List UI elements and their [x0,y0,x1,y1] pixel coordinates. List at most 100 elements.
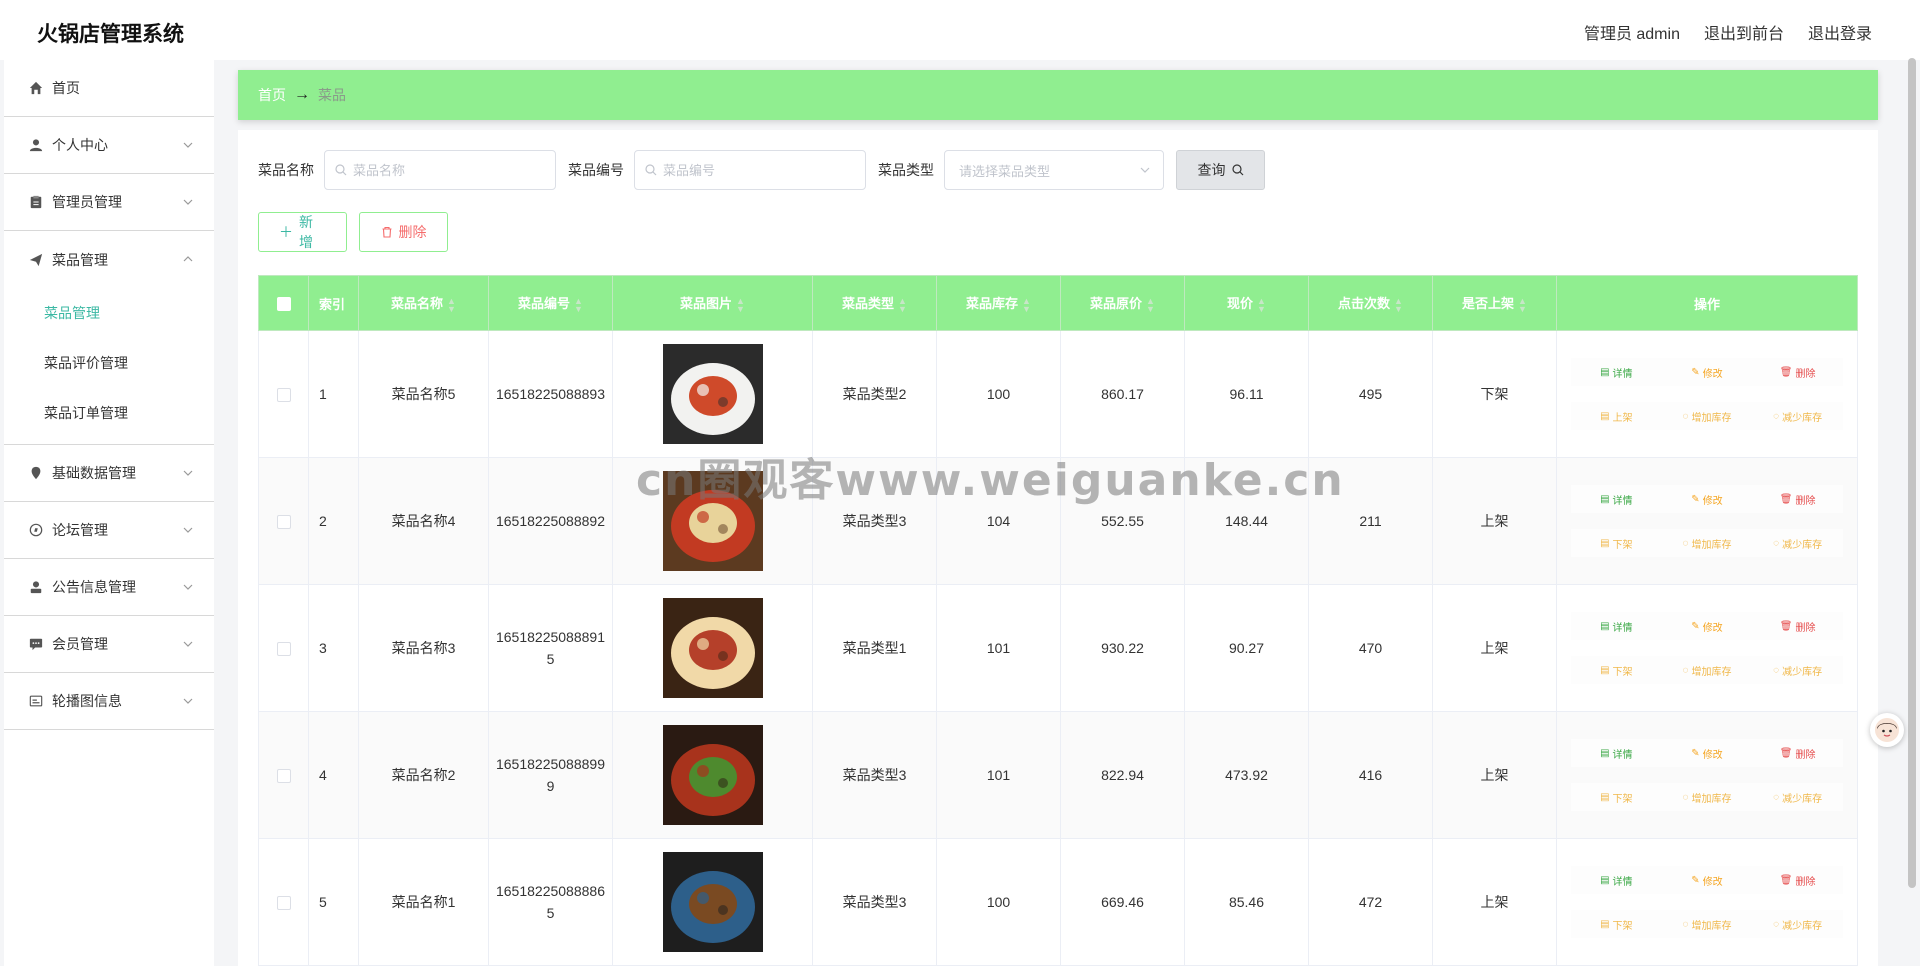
submenu-item-dish-management[interactable]: 菜品管理 [4,288,214,338]
edit-button[interactable]: ✎ 修改 [1661,866,1753,894]
dish-image[interactable] [662,598,763,698]
dish-code-input[interactable] [663,162,853,178]
header-on-shelf[interactable]: 是否上架 ▲ ▼ [1432,275,1557,331]
shelf-toggle-button[interactable]: ▤ 下架 [1571,529,1662,557]
edit-button[interactable]: ✎ 修改 [1661,739,1753,767]
detail-button[interactable]: ▤ 详情 [1571,739,1662,767]
sort-icon[interactable]: ▲ ▼ [898,296,907,313]
sidebar-item-admin-management[interactable]: 管理员管理 [4,174,214,231]
header-dish-type[interactable]: 菜品类型 ▲ ▼ [812,275,937,331]
sort-icon[interactable]: ▲ ▼ [574,296,583,313]
dish-name-field[interactable] [324,150,556,190]
sort-icon[interactable]: ▲ ▼ [1518,296,1527,313]
detail-button[interactable]: ▤ 详情 [1571,612,1662,640]
sort-icon[interactable]: ▲ ▼ [447,296,456,313]
row-checkbox[interactable] [276,769,291,784]
sidebar-item-carousel[interactable]: 轮播图信息 [4,673,214,730]
dish-image[interactable] [662,852,763,952]
dish-image[interactable] [662,471,763,571]
sidebar-item-dish-management[interactable]: 菜品管理 [4,231,214,288]
submenu-item-dish-order[interactable]: 菜品订单管理 [4,388,214,438]
shelf-toggle-button[interactable]: ▤ 下架 [1571,783,1662,811]
delete-button[interactable]: 🗑 删除 [1752,739,1843,767]
delete-button[interactable]: 🗑 删除 [1752,485,1843,513]
edit-label: 修改 [1702,495,1723,507]
sort-icon[interactable]: ▲ ▼ [736,296,745,313]
add-stock-button[interactable]: ◌ 增加库存 [1661,529,1753,557]
breadcrumb-home[interactable]: 首页 [258,85,286,105]
delete-label: 删除 [1795,622,1816,634]
add-stock-button[interactable]: ◌ 增加库存 [1661,402,1753,430]
dish-name-label: 菜品名称 [258,162,314,178]
dish-code-label: 菜品编号 [568,162,624,178]
sort-icon[interactable]: ▲ ▼ [1146,296,1155,313]
floating-assistant-avatar[interactable] [1870,713,1904,747]
add-stock-button[interactable]: ◌ 增加库存 [1661,656,1753,684]
chevron-down-icon [1140,167,1150,173]
header-dish-stock[interactable]: 菜品库存 ▲ ▼ [936,275,1061,331]
edit-button[interactable]: ✎ 修改 [1661,358,1753,386]
dish-name-cell: 菜品名称4 [358,457,489,585]
header-current-price[interactable]: 现价 ▲ ▼ [1184,275,1309,331]
sort-icon[interactable]: ▲ ▼ [1394,296,1403,313]
dish-code-field[interactable] [634,150,866,190]
header-dish-code[interactable]: 菜品编号 ▲ ▼ [488,275,613,331]
query-button-label: 查询 [1197,162,1226,178]
sidebar-item-forum[interactable]: 论坛管理 [4,502,214,559]
row-checkbox[interactable] [276,388,291,403]
reduce-stock-button[interactable]: ◌ 减少库存 [1752,656,1843,684]
detail-button[interactable]: ▤ 详情 [1571,358,1662,386]
click-count-cell: 416 [1308,711,1433,839]
select-all-checkbox[interactable] [276,296,291,311]
add-stock-button[interactable]: ◌ 增加库存 [1661,783,1753,811]
edit-button[interactable]: ✎ 修改 [1661,612,1753,640]
shelf-toggle-button[interactable]: ▤ 下架 [1571,656,1662,684]
header-dish-name[interactable]: 菜品名称 ▲ ▼ [358,275,489,331]
admin-user-label[interactable]: 管理员 admin [1584,20,1680,44]
dish-type-placeholder: 请选择菜品类型 [959,163,1051,179]
header-click-count[interactable]: 点击次数 ▲ ▼ [1308,275,1433,331]
dish-image[interactable] [662,344,763,444]
dish-name-input[interactable] [353,162,543,178]
row-checkbox[interactable] [276,515,291,530]
add-stock-button[interactable]: ◌ 增加库存 [1661,910,1753,938]
delete-button[interactable]: 🗑 删除 [1752,612,1843,640]
reduce-stock-button[interactable]: ◌ 减少库存 [1752,910,1843,938]
submenu-item-dish-review[interactable]: 菜品评价管理 [4,338,214,388]
reduce-stock-button[interactable]: ◌ 减少库存 [1752,402,1843,430]
row-checkbox[interactable] [276,896,291,911]
row-checkbox[interactable] [276,642,291,657]
dish-code-cell: 165182250888865 [488,838,613,966]
dish-code-cell: 16518225088892 [488,457,613,585]
delete-button[interactable]: 🗑 删除 [1752,358,1843,386]
home-icon [28,80,44,96]
header-original-price[interactable]: 菜品原价 ▲ ▼ [1060,275,1185,331]
sidebar-item-personal-center[interactable]: 个人中心 [4,117,214,174]
edit-button[interactable]: ✎ 修改 [1661,485,1753,513]
delete-button[interactable]: 🗑 删除 [1752,866,1843,894]
sidebar-item-home[interactable]: 首页 [4,60,214,117]
sort-icon[interactable]: ▲ ▼ [1257,296,1266,313]
dish-name-cell: 菜品名称2 [358,711,489,839]
detail-button[interactable]: ▤ 详情 [1571,485,1662,513]
exit-to-front-link[interactable]: 退出到前台 [1704,20,1784,44]
dish-type-select[interactable]: 请选择菜品类型 [944,150,1164,190]
shelf-toggle-button[interactable]: ▤ 下架 [1571,910,1662,938]
detail-button[interactable]: ▤ 详情 [1571,866,1662,894]
query-button[interactable]: 查询 [1176,150,1265,190]
shelf-toggle-button[interactable]: ▤ 上架 [1571,402,1662,430]
sort-icon[interactable]: ▲ ▼ [1022,296,1031,313]
header-dish-image[interactable]: 菜品图片 ▲ ▼ [612,275,813,331]
sidebar-item-announcement[interactable]: 公告信息管理 [4,559,214,616]
reduce-stock-button[interactable]: ◌ 减少库存 [1752,783,1843,811]
reduce-stock-button[interactable]: ◌ 减少库存 [1752,529,1843,557]
dish-image-cell [612,838,813,966]
sidebar-item-basic-data[interactable]: 基础数据管理 [4,445,214,502]
sidebar-item-member[interactable]: 会员管理 [4,616,214,673]
header-label: 菜品库存 [966,296,1019,312]
page-scrollbar[interactable] [1908,58,1916,888]
add-button[interactable]: ＋ 新增 [258,212,347,252]
batch-delete-button[interactable]: 删除 [359,212,448,252]
logout-link[interactable]: 退出登录 [1808,20,1872,44]
dish-image[interactable] [662,725,763,825]
